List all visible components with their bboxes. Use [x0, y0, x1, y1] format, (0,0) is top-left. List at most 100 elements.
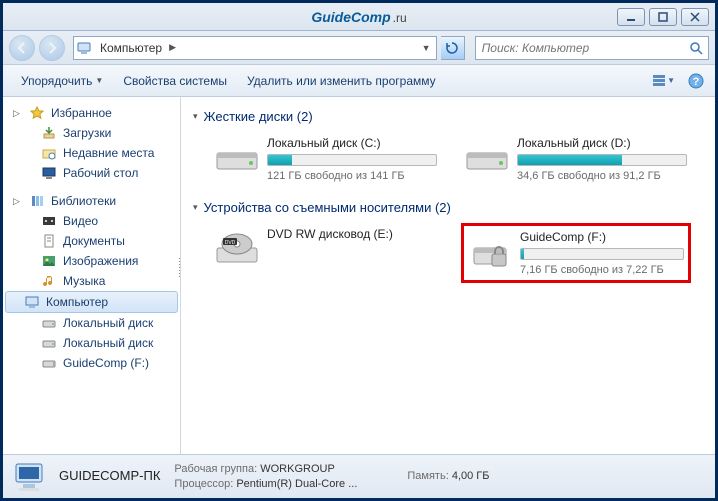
sidebar-libraries[interactable]: ▷ Библиотеки — [3, 191, 180, 211]
chevron-down-icon: ▼ — [667, 76, 675, 85]
computer-icon — [76, 40, 92, 56]
hdd-icon — [215, 136, 259, 180]
main-panel: ▾ Жесткие диски (2) Локальный диск (C:) … — [181, 97, 715, 454]
desktop-icon — [41, 165, 57, 181]
drive-status: 34,6 ГБ свободно из 91,2 ГБ — [517, 170, 687, 182]
status-text: GUIDECOMP-ПК — [59, 468, 160, 485]
music-icon — [41, 273, 57, 289]
address-dropdown-icon[interactable]: ▼ — [419, 43, 434, 53]
toolbar-right: ▼ ? — [653, 70, 707, 92]
libraries-icon — [29, 193, 45, 209]
forward-button[interactable] — [39, 35, 65, 61]
sidebar-guidecomp[interactable]: GuideComp (F:) — [3, 353, 180, 373]
chevron-right-icon[interactable]: ▶ — [166, 42, 179, 53]
expander-icon: ▷ — [13, 108, 23, 119]
drive-bar — [520, 248, 684, 260]
view-button[interactable]: ▼ — [653, 70, 675, 92]
chevron-down-icon: ▼ — [95, 76, 103, 85]
group-hdd[interactable]: ▾ Жесткие диски (2) — [193, 109, 703, 124]
uninstall-button[interactable]: Удалить или изменить программу — [237, 70, 446, 92]
drive-label: Локальный диск (D:) — [517, 136, 687, 150]
search-input[interactable] — [476, 41, 684, 55]
organize-label: Упорядочить — [21, 74, 92, 88]
address-bar[interactable]: Компьютер ▶ ▼ — [73, 36, 437, 60]
status-memory: Память: 4,00 ГБ — [407, 469, 489, 483]
star-icon — [29, 105, 45, 121]
locked-drive-icon — [468, 230, 512, 274]
drive-body: GuideComp (F:) 7,16 ГБ свободно из 7,22 … — [520, 230, 684, 276]
sidebar: ▷ Избранное Загрузки Недавние места Рабо… — [3, 97, 181, 454]
drive-f-highlighted[interactable]: GuideComp (F:) 7,16 ГБ свободно из 7,22 … — [461, 223, 691, 283]
arrow-left-icon — [15, 41, 29, 55]
document-icon — [41, 233, 57, 249]
titlebar: GuideComp.ru — [3, 3, 715, 31]
content: ▷ Избранное Загрузки Недавние места Рабо… — [3, 97, 715, 454]
refresh-icon — [445, 41, 459, 55]
svg-text:?: ? — [693, 76, 700, 88]
group-removable[interactable]: ▾ Устройства со съемными носителями (2) — [193, 200, 703, 215]
sidebar-local-c[interactable]: Локальный диск — [3, 313, 180, 333]
breadcrumb[interactable]: Компьютер — [96, 41, 166, 55]
expander-icon: ▷ — [13, 196, 23, 207]
close-button[interactable] — [681, 8, 709, 26]
drive-label: DVD RW дисковод (E:) — [267, 227, 437, 241]
sidebar-favorites[interactable]: ▷ Избранное — [3, 103, 180, 123]
brand-name: GuideComp — [311, 9, 390, 25]
sidebar-downloads[interactable]: Загрузки — [3, 123, 180, 143]
chevron-down-icon: ▾ — [193, 111, 198, 122]
drive-body: DVD RW дисковод (E:) — [267, 227, 437, 279]
sidebar-documents[interactable]: Документы — [3, 231, 180, 251]
minimize-button[interactable] — [617, 8, 645, 26]
drive-c[interactable]: Локальный диск (C:) 121 ГБ свободно из 1… — [211, 132, 441, 186]
pictures-icon — [41, 253, 57, 269]
computer-name: GUIDECOMP-ПК — [59, 468, 160, 485]
drive-bar — [517, 154, 687, 166]
chevron-down-icon: ▾ — [193, 202, 198, 213]
computer-icon — [24, 294, 40, 310]
dvd-drive-icon: DVD — [215, 227, 259, 271]
sidebar-local-d[interactable]: Локальный диск — [3, 333, 180, 353]
drive-status: 7,16 ГБ свободно из 7,22 ГБ — [520, 264, 684, 276]
hdd-drives: Локальный диск (C:) 121 ГБ свободно из 1… — [211, 132, 703, 186]
arrow-right-icon — [45, 41, 59, 55]
sidebar-resize-handle[interactable] — [177, 97, 181, 454]
hdd-icon — [465, 136, 509, 180]
svg-text:DVD: DVD — [225, 240, 236, 246]
sidebar-desktop[interactable]: Рабочий стол — [3, 163, 180, 183]
removable-drives: DVD DVD RW дисковод (E:) GuideComp (F:) … — [211, 223, 703, 283]
search-icon — [689, 41, 703, 55]
sidebar-computer[interactable]: Компьютер — [5, 291, 178, 313]
recent-icon — [41, 145, 57, 161]
sidebar-recent[interactable]: Недавние места — [3, 143, 180, 163]
drive-bar — [267, 154, 437, 166]
usb-drive-icon — [41, 355, 57, 371]
refresh-button[interactable] — [441, 36, 465, 60]
video-icon — [41, 213, 57, 229]
drive-icon — [41, 335, 57, 351]
sidebar-pictures[interactable]: Изображения — [3, 251, 180, 271]
brand-watermark: GuideComp.ru — [311, 9, 406, 25]
sidebar-music[interactable]: Музыка — [3, 271, 180, 291]
drive-status: 121 ГБ свободно из 141 ГБ — [267, 170, 437, 182]
computer-icon — [13, 459, 49, 495]
drive-d[interactable]: Локальный диск (D:) 34,6 ГБ свободно из … — [461, 132, 691, 186]
back-button[interactable] — [9, 35, 35, 61]
drive-body: Локальный диск (C:) 121 ГБ свободно из 1… — [267, 136, 437, 182]
search-button[interactable] — [684, 36, 708, 60]
drive-icon — [41, 315, 57, 331]
drive-e[interactable]: DVD DVD RW дисковод (E:) — [211, 223, 441, 283]
system-properties-button[interactable]: Свойства системы — [113, 70, 237, 92]
drive-label: Локальный диск (C:) — [267, 136, 437, 150]
drive-body: Локальный диск (D:) 34,6 ГБ свободно из … — [517, 136, 687, 182]
drive-label: GuideComp (F:) — [520, 230, 684, 244]
navbar: Компьютер ▶ ▼ — [3, 31, 715, 65]
brand-suffix: .ru — [393, 11, 407, 25]
toolbar: Упорядочить▼ Свойства системы Удалить ил… — [3, 65, 715, 97]
help-button[interactable]: ? — [685, 70, 707, 92]
downloads-icon — [41, 125, 57, 141]
sidebar-videos[interactable]: Видео — [3, 211, 180, 231]
maximize-button[interactable] — [649, 8, 677, 26]
search-bar[interactable] — [475, 36, 709, 60]
statusbar: GUIDECOMP-ПК Рабочая группа: WORKGROUP П… — [3, 454, 715, 498]
organize-button[interactable]: Упорядочить▼ — [11, 70, 113, 92]
